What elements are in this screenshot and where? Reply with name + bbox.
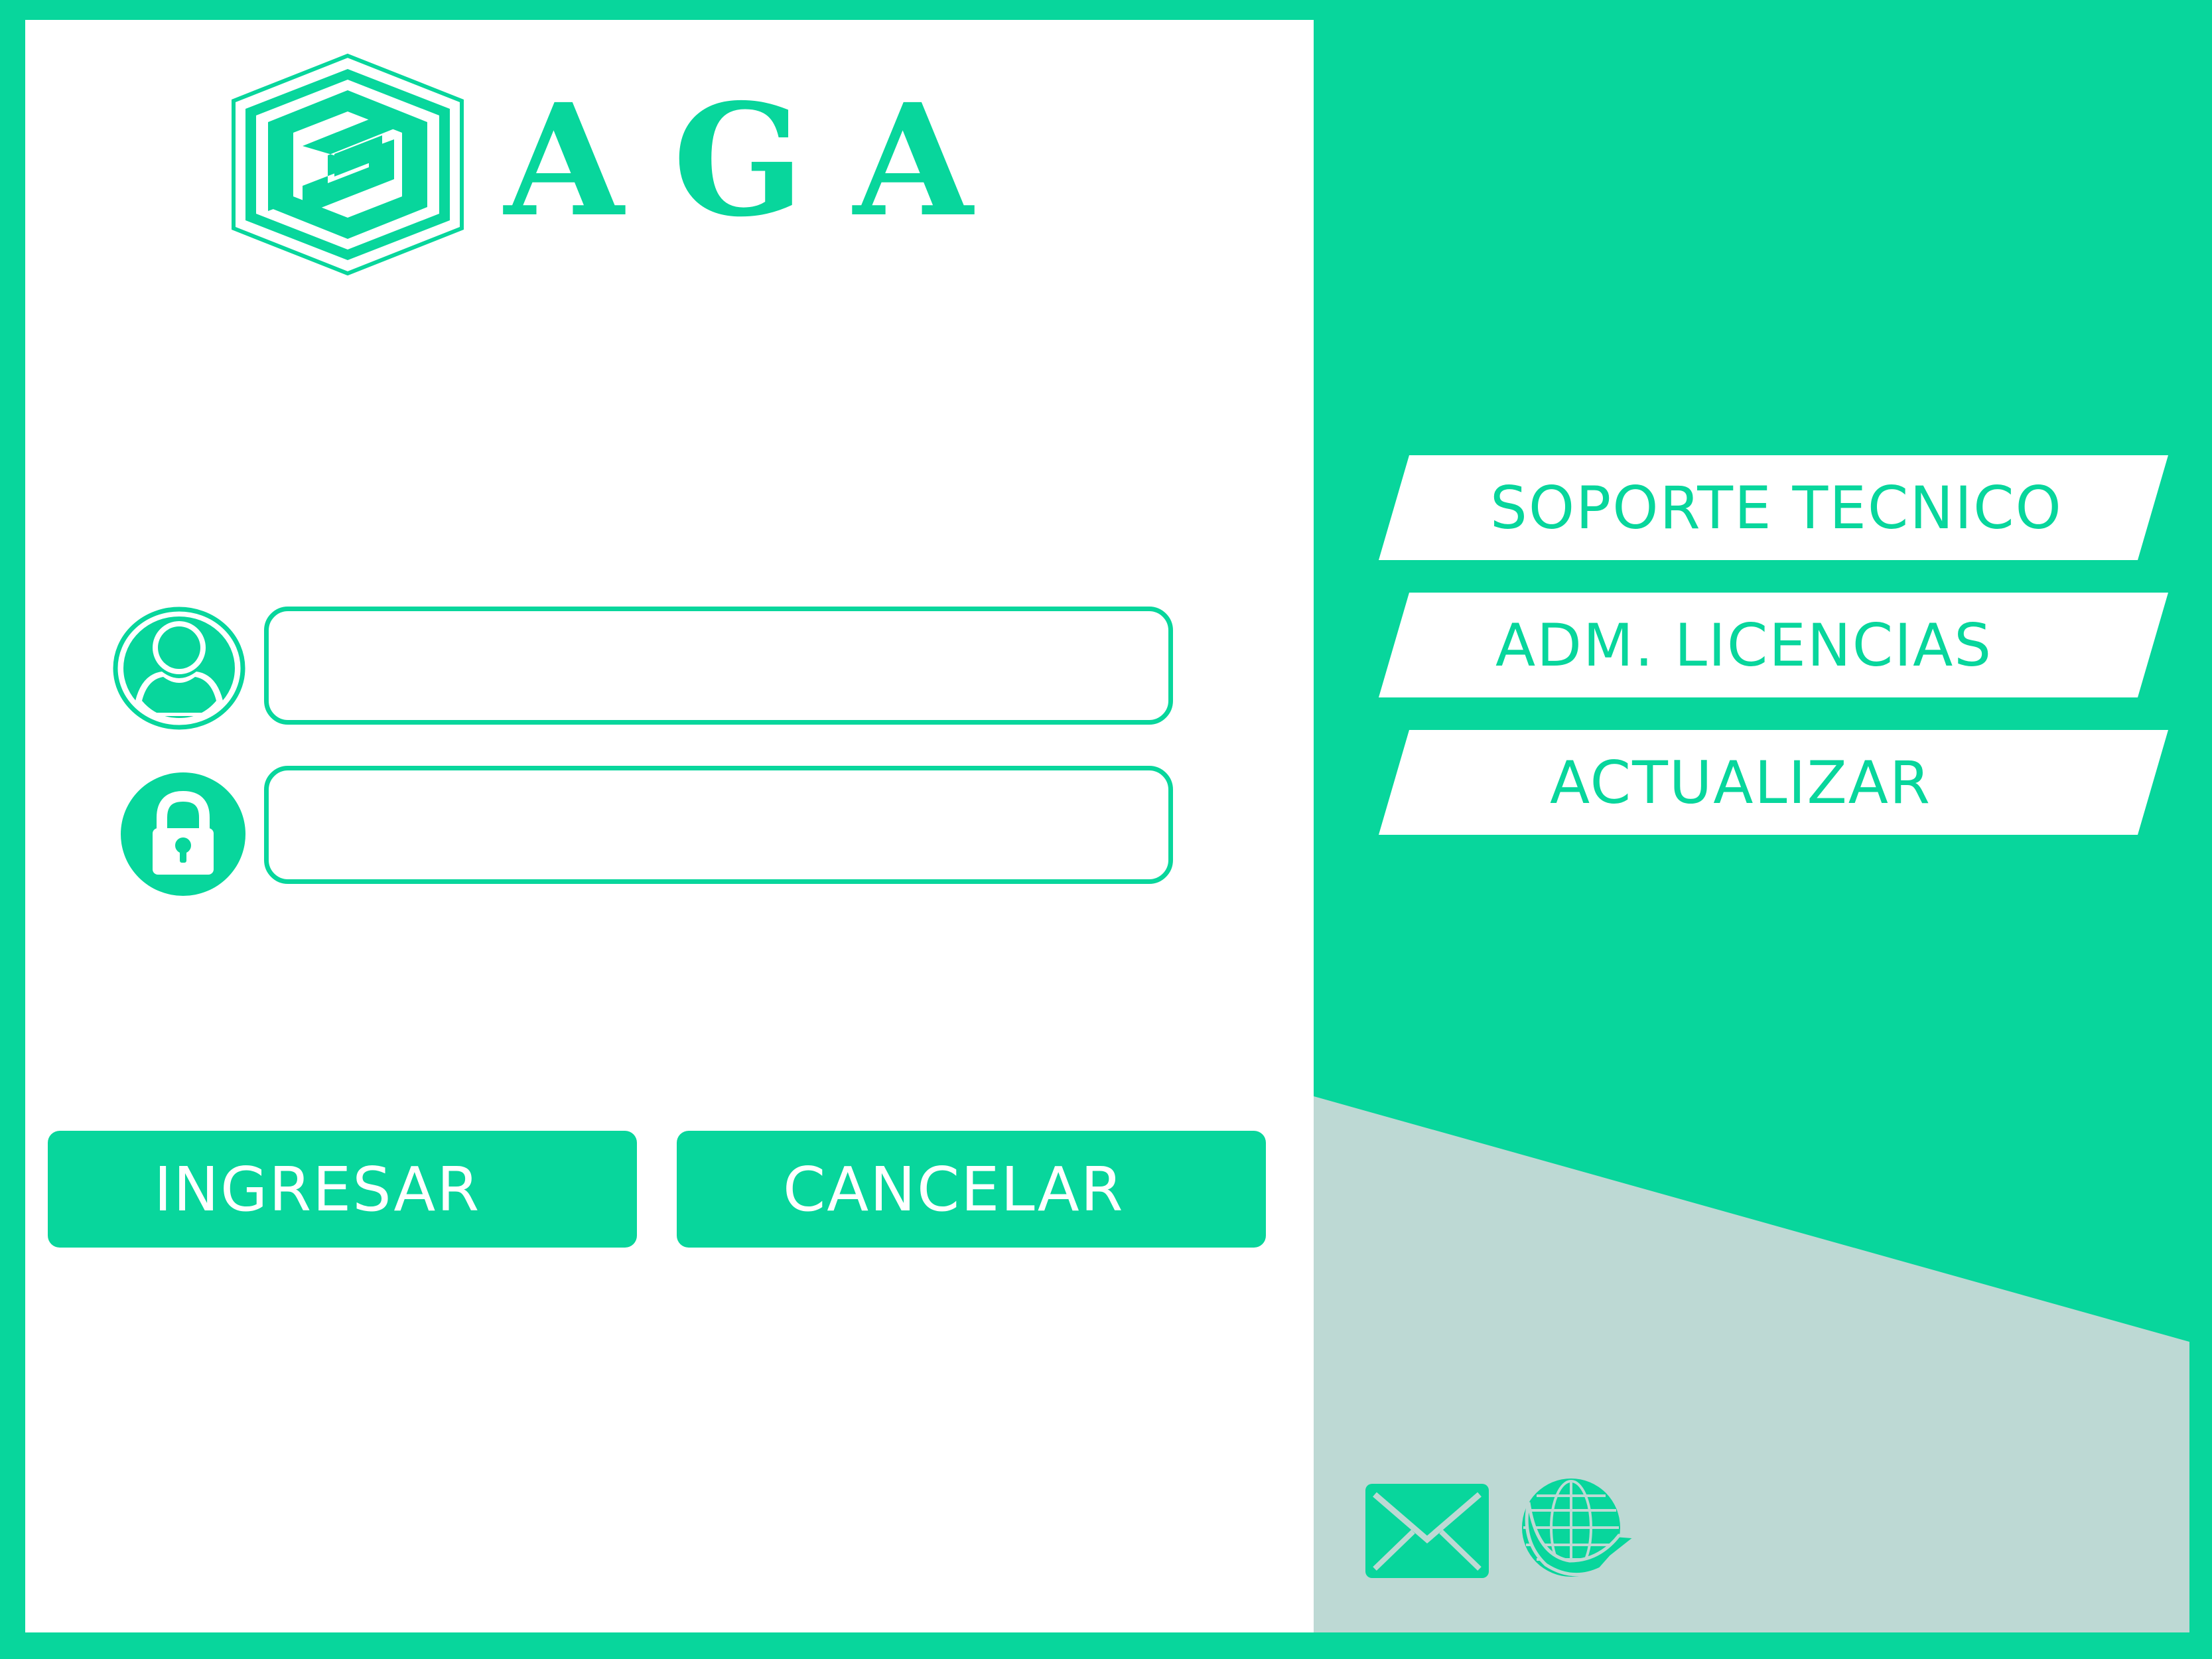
side-menu-label: SOPORTE TECNICO (1490, 473, 2063, 542)
password-input[interactable] (264, 766, 1173, 884)
mail-icon[interactable] (1365, 1484, 1489, 1578)
side-menu-label: ACTUALIZAR (1550, 748, 1932, 817)
app-window: AGA INGRESAR CANCELAR SOPORTE TECNICO AD… (0, 0, 2212, 1659)
logo-icon (232, 53, 464, 275)
user-icon (113, 607, 245, 730)
side-menu-label: ADM. LICENCIAS (1495, 611, 1993, 680)
username-input[interactable] (264, 607, 1173, 725)
login-button[interactable]: INGRESAR (48, 1131, 637, 1248)
side-menu-soporte-tecnico[interactable]: SOPORTE TECNICO (1379, 455, 2168, 560)
globe-icon[interactable] (1519, 1476, 1639, 1582)
lock-icon (121, 772, 245, 896)
side-menu-actualizar[interactable]: ACTUALIZAR (1379, 730, 2168, 835)
side-menu-adm-licencias[interactable]: ADM. LICENCIAS (1379, 593, 2168, 697)
cancel-button[interactable]: CANCELAR (677, 1131, 1266, 1248)
brand-name: AGA (504, 70, 1022, 251)
